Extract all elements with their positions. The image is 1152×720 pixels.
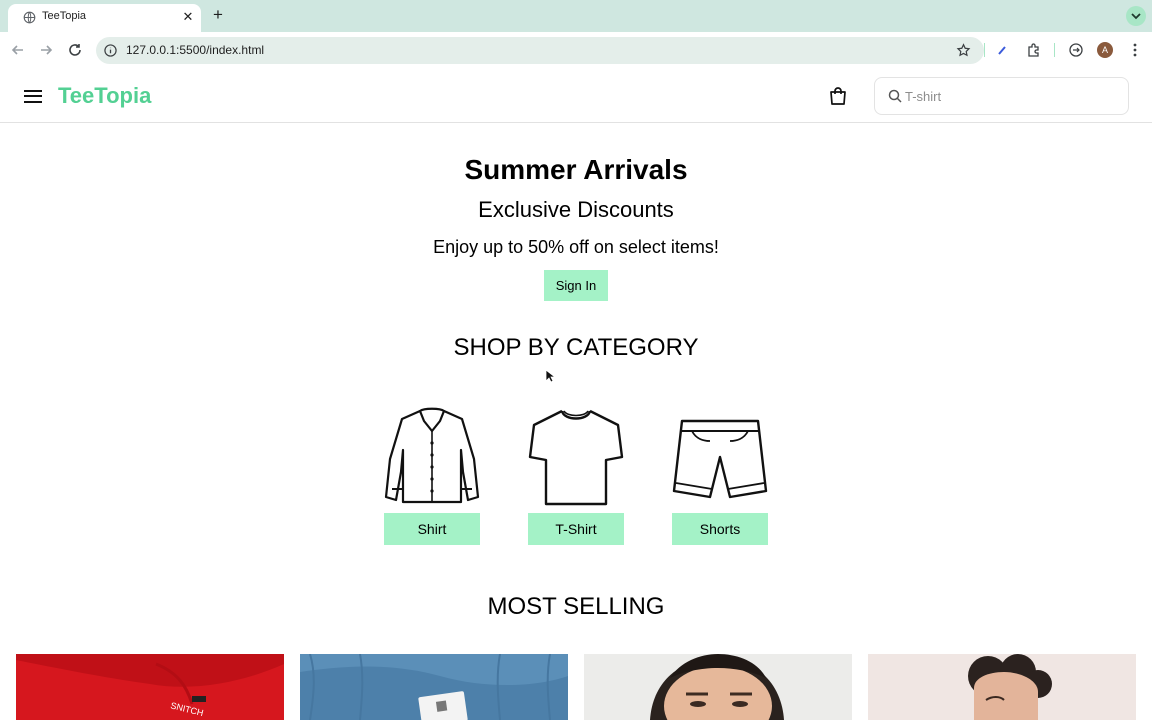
- site-header: TeeTopia: [0, 70, 1152, 123]
- reload-icon[interactable]: [65, 40, 85, 60]
- search-icon: [888, 89, 902, 103]
- category-label: Shorts: [672, 513, 768, 545]
- category-card-shirt[interactable]: Shirt: [384, 405, 480, 545]
- brand-logo[interactable]: TeeTopia: [58, 83, 151, 109]
- chevron-down-icon: [1131, 13, 1141, 20]
- category-card-tshirt[interactable]: T-Shirt: [528, 405, 624, 545]
- browser-tab-strip: TeeTopia ✕ +: [0, 0, 1152, 32]
- pen-extension-icon[interactable]: [995, 42, 1011, 58]
- category-heading: SHOP BY CATEGORY: [453, 334, 699, 361]
- new-tab-icon[interactable]: +: [209, 6, 227, 24]
- close-icon[interactable]: ✕: [180, 9, 196, 25]
- category-label: Shirt: [384, 513, 480, 545]
- browser-tab[interactable]: TeeTopia ✕: [8, 4, 201, 32]
- product-image-man-curly-hair: [868, 654, 1136, 720]
- hamburger-menu-icon[interactable]: [24, 88, 42, 104]
- shopping-bag-icon[interactable]: [829, 86, 847, 106]
- globe-icon: [23, 11, 36, 24]
- hero-offer-text: Enjoy up to 50% off on select items!: [433, 237, 719, 257]
- tab-search-button[interactable]: [1126, 6, 1146, 26]
- category-label: T-Shirt: [528, 513, 624, 545]
- product-card[interactable]: SNITCH: [16, 654, 284, 720]
- hero-subtitle: Exclusive Discounts: [478, 197, 674, 222]
- browser-toolbar: 127.0.0.1:5500/index.html: [0, 32, 1152, 68]
- product-image-blue-sweater: [300, 654, 568, 720]
- product-image-man-portrait: [584, 654, 852, 720]
- site-info-icon[interactable]: [104, 44, 117, 57]
- toolbar-divider: [984, 43, 985, 57]
- mouse-cursor-icon: [545, 369, 555, 383]
- forward-arrow-icon[interactable]: [36, 40, 56, 60]
- product-card[interactable]: [300, 654, 568, 720]
- category-card-shorts[interactable]: Shorts: [672, 405, 768, 545]
- search-box: [874, 77, 1129, 115]
- extensions-puzzle-icon[interactable]: [1026, 42, 1042, 58]
- product-image-red-tshirt: SNITCH: [16, 654, 284, 720]
- tab-title: TeeTopia: [42, 10, 87, 22]
- menu-kebab-icon[interactable]: [1127, 42, 1143, 58]
- tshirt-icon: [528, 409, 624, 506]
- shorts-icon: [672, 419, 768, 499]
- product-card[interactable]: [584, 654, 852, 720]
- toolbar-divider: [1054, 43, 1055, 57]
- shirt-icon: [384, 407, 480, 504]
- most-selling-heading: MOST SELLING: [487, 593, 665, 620]
- url-text: 127.0.0.1:5500/index.html: [126, 43, 265, 57]
- sync-icon[interactable]: [1068, 42, 1084, 58]
- profile-avatar[interactable]: A: [1097, 42, 1113, 58]
- hero-title: Summer Arrivals: [464, 154, 688, 185]
- address-bar[interactable]: 127.0.0.1:5500/index.html: [96, 37, 984, 64]
- bookmark-star-icon[interactable]: [956, 43, 971, 58]
- product-card[interactable]: [868, 654, 1136, 720]
- search-input[interactable]: [905, 87, 1115, 105]
- back-arrow-icon[interactable]: [8, 40, 28, 60]
- sign-in-button[interactable]: Sign In: [544, 270, 608, 301]
